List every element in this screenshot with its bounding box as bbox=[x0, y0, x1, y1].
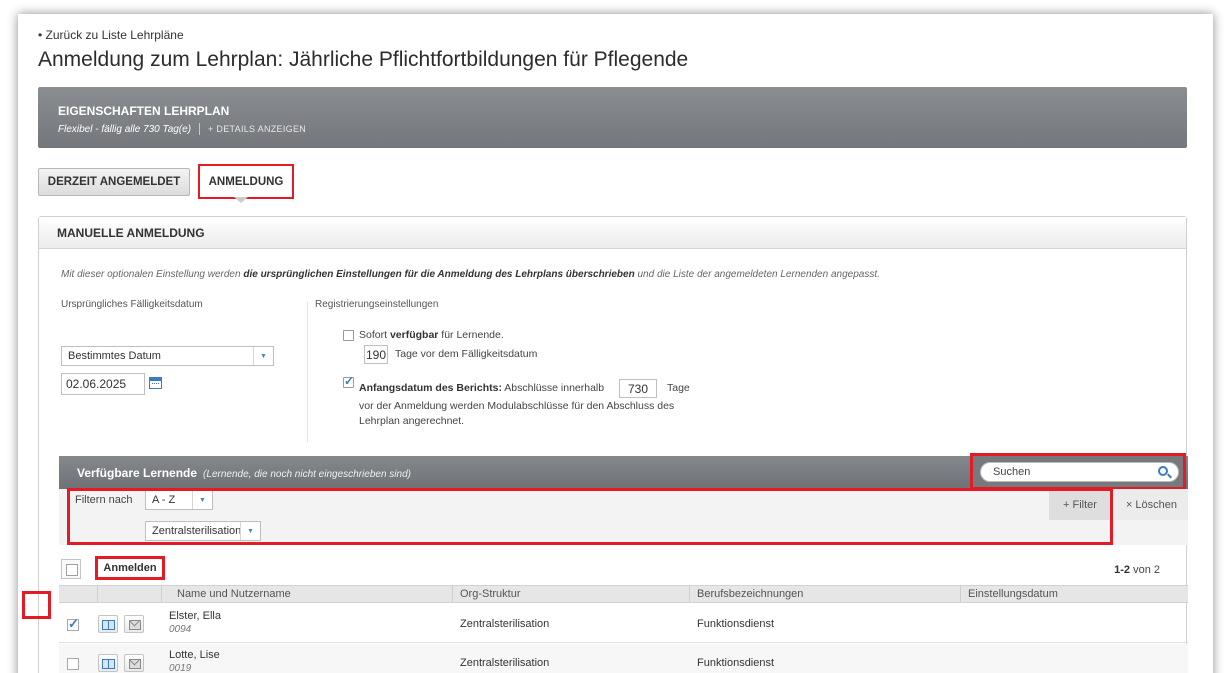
filter-highlight bbox=[67, 488, 1113, 545]
pagination-info: 1-2 von 2 bbox=[1114, 564, 1160, 576]
tab-enrollment[interactable]: ANMELDUNG bbox=[198, 164, 294, 199]
mail-icon[interactable] bbox=[124, 654, 144, 672]
mail-icon[interactable] bbox=[124, 615, 144, 633]
report-days-input[interactable]: 730 bbox=[619, 379, 657, 398]
column-org[interactable]: Org-Struktur bbox=[460, 588, 521, 600]
available-learners-title: Verfügbare Lernende (Lernende, die noch n… bbox=[77, 466, 411, 480]
flex-due-text: Flexibel - fällig alle 730 Tag(e) bbox=[58, 123, 192, 135]
book-icon[interactable] bbox=[98, 615, 118, 633]
enroll-button[interactable]: Anmelden bbox=[95, 556, 165, 580]
report-description-line3: Lehrplan angerechnet. bbox=[359, 415, 465, 427]
column-separator bbox=[689, 586, 690, 602]
show-details-link[interactable]: + DETAILS ANZEIGEN bbox=[208, 124, 306, 134]
app-frame: • Zurück zu Liste Lehrpläne Anmeldung zu… bbox=[18, 14, 1213, 673]
learner-org: Zentralsterilisation bbox=[460, 618, 550, 630]
due-date-input[interactable]: 02.06.2025 bbox=[61, 373, 145, 395]
column-separator bbox=[960, 586, 961, 602]
column-name[interactable]: Name und Nutzername bbox=[177, 588, 291, 600]
properties-summary: Flexibel - fällig alle 730 Tag(e) + DETA… bbox=[58, 123, 306, 135]
row-checkbox-highlight bbox=[22, 591, 51, 619]
row-checkbox[interactable] bbox=[67, 616, 79, 632]
registration-settings-label: Registrierungseinstellungen bbox=[315, 299, 439, 310]
learner-name[interactable]: Lotte, Lise bbox=[169, 649, 220, 661]
available-days-input[interactable]: 190 bbox=[364, 345, 388, 364]
due-date-label: Ursprüngliches Fälligkeitsdatum bbox=[61, 299, 203, 310]
column-divider bbox=[307, 302, 308, 442]
page-title: Anmeldung zum Lehrplan: Jährliche Pflich… bbox=[38, 48, 689, 71]
tab-currently-enrolled[interactable]: DERZEIT ANGEMELDET bbox=[38, 168, 190, 196]
report-start-date-label: Anfangsdatum des Berichts: Abschlüsse in… bbox=[359, 382, 605, 394]
clear-filter-button[interactable]: × Löschen bbox=[1115, 489, 1188, 520]
learner-org: Zentralsterilisation bbox=[460, 657, 550, 669]
row-checkbox[interactable] bbox=[67, 658, 79, 670]
report-days-unit: Tage bbox=[667, 382, 690, 394]
column-hire-date[interactable]: Einstellungsdatum bbox=[968, 588, 1058, 600]
available-days-text: Tage vor dem Fälligkeitsdatum bbox=[395, 348, 538, 360]
curriculum-properties-panel: EIGENSCHAFTEN LEHRPLAN Flexibel - fällig… bbox=[38, 87, 1187, 148]
learner-job: Funktionsdienst bbox=[697, 657, 775, 669]
manual-enrollment-header: MANUELLE ANMELDUNG bbox=[39, 217, 1186, 249]
learner-job: Funktionsdienst bbox=[697, 618, 775, 630]
active-tab-pointer bbox=[234, 197, 248, 203]
table-row[interactable]: Elster, Ella 0094 Zentralsterilisation F… bbox=[59, 605, 1188, 643]
column-job[interactable]: Berufsbezeichnungen bbox=[697, 588, 803, 600]
learner-id: 0094 bbox=[169, 624, 192, 635]
divider bbox=[199, 123, 201, 135]
bullet-icon: • bbox=[38, 28, 46, 42]
search-icon[interactable] bbox=[1158, 466, 1168, 476]
immediately-available-checkbox[interactable] bbox=[343, 330, 354, 341]
column-separator bbox=[161, 586, 162, 602]
column-separator bbox=[97, 586, 98, 602]
search-input[interactable]: Suchen bbox=[980, 462, 1179, 482]
calendar-icon[interactable] bbox=[149, 377, 162, 389]
report-description-line2: vor der Anmeldung werden Modulabschlüsse… bbox=[359, 400, 675, 412]
table-header: Name und Nutzername Org-Struktur Berufsb… bbox=[59, 585, 1188, 603]
learner-id: 0019 bbox=[169, 663, 192, 673]
select-all-checkbox[interactable] bbox=[61, 559, 81, 579]
manual-enrollment-panel: MANUELLE ANMELDUNG Mit dieser optionalen… bbox=[38, 216, 1188, 673]
chevron-down-icon: ▼ bbox=[253, 347, 273, 365]
due-date-type-select[interactable]: Bestimmtes Datum ▼ bbox=[61, 346, 274, 366]
table-row[interactable]: Lotte, Lise 0019 Zentralsterilisation Fu… bbox=[59, 644, 1188, 673]
immediately-available-label: Sofort verfügbar für Lernende. bbox=[359, 329, 504, 341]
search-highlight: Suchen bbox=[970, 453, 1186, 490]
learner-name[interactable]: Elster, Ella bbox=[169, 610, 221, 622]
column-separator bbox=[452, 586, 453, 602]
override-info-text: Mit dieser optionalen Einstellung werden… bbox=[61, 269, 880, 280]
report-start-date-checkbox[interactable] bbox=[343, 374, 354, 388]
back-to-curricula-link[interactable]: • Zurück zu Liste Lehrpläne bbox=[38, 28, 184, 42]
properties-title: EIGENSCHAFTEN LEHRPLAN bbox=[58, 104, 230, 118]
book-icon[interactable] bbox=[98, 654, 118, 672]
